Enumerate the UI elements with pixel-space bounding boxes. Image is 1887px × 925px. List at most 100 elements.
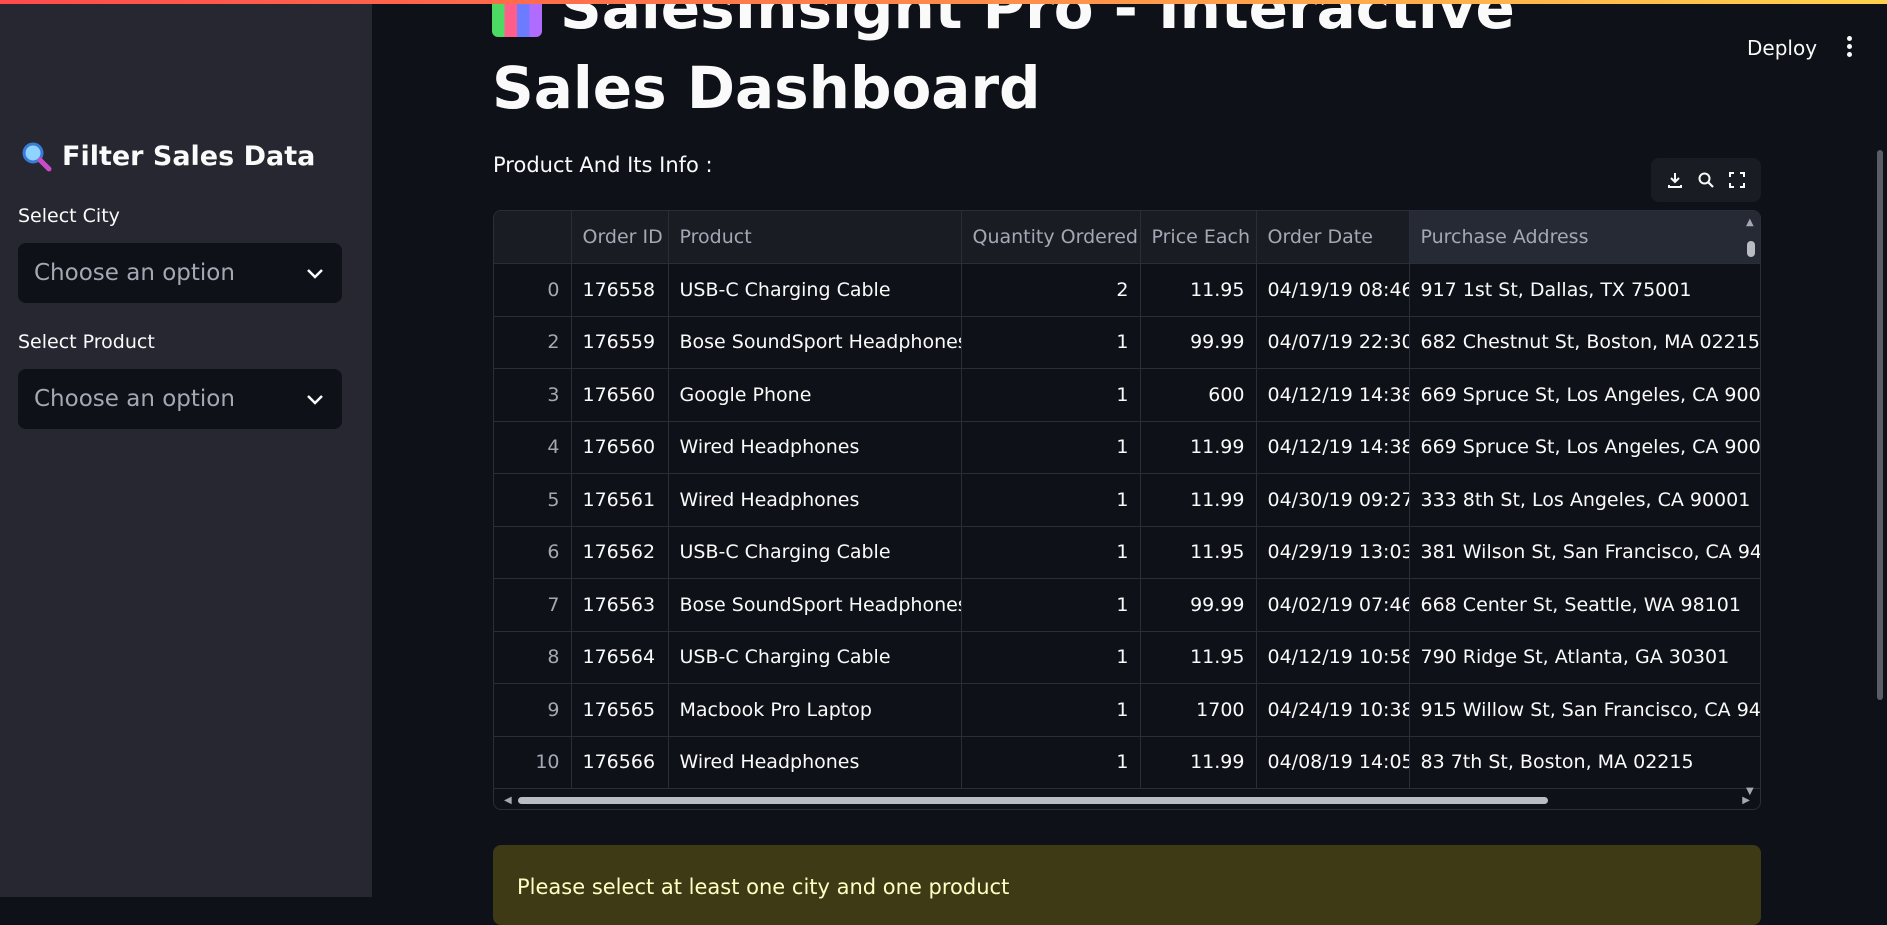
order-date-cell[interactable]: 04/29/19 13:03 [1256, 526, 1410, 579]
product-cell[interactable]: Macbook Pro Laptop [668, 683, 962, 737]
scroll-up-arrow-icon[interactable]: ▲ [1746, 217, 1754, 228]
price-cell[interactable]: 11.99 [1140, 473, 1257, 527]
order-id-cell[interactable]: 176566 [571, 736, 669, 789]
order-date-cell[interactable]: 04/02/19 07:46 [1256, 578, 1410, 632]
product-cell[interactable]: USB-C Charging Cable [668, 631, 962, 684]
price-cell[interactable]: 99.99 [1140, 316, 1257, 369]
product-cell[interactable]: USB-C Charging Cable [668, 263, 962, 317]
product-header[interactable]: Product [668, 211, 962, 264]
vertical-scrollbar[interactable]: ▲ ▼ [1746, 217, 1756, 797]
row-index[interactable]: 4 [494, 421, 572, 474]
product-cell[interactable]: USB-C Charging Cable [668, 526, 962, 579]
select-city-dropdown[interactable]: Choose an option [18, 243, 342, 303]
order-id-cell[interactable]: 176560 [571, 368, 669, 422]
row-index[interactable]: 9 [494, 683, 572, 737]
order-id-cell[interactable]: 176559 [571, 316, 669, 369]
address-cell[interactable]: 668 Center St, Seattle, WA 98101 [1409, 578, 1760, 632]
order-date-header[interactable]: Order Date [1256, 211, 1410, 264]
price-cell[interactable]: 1700 [1140, 683, 1257, 737]
order-date-cell[interactable]: 04/19/19 08:46 [1256, 263, 1410, 317]
product-cell[interactable]: Wired Headphones [668, 473, 962, 527]
order-id-cell[interactable]: 176562 [571, 526, 669, 579]
order-date-cell[interactable]: 04/07/19 22:30 [1256, 316, 1410, 369]
address-cell[interactable]: 917 1st St, Dallas, TX 75001 [1409, 263, 1760, 317]
quantity-cell[interactable]: 1 [961, 631, 1141, 684]
price-cell[interactable]: 600 [1140, 368, 1257, 422]
order-date-cell[interactable]: 04/12/19 14:38 [1256, 421, 1410, 474]
row-index[interactable]: 3 [494, 368, 572, 422]
address-cell[interactable]: 381 Wilson St, San Francisco, CA 94016 [1409, 526, 1760, 579]
order-id-cell[interactable]: 176564 [571, 631, 669, 684]
purchase-address-header[interactable]: Purchase Address [1409, 211, 1760, 264]
order-id-cell[interactable]: 176560 [571, 421, 669, 474]
table-row: 4 176560 Wired Headphones 1 11.99 04/12/19 14… [494, 421, 1760, 474]
address-cell[interactable]: 669 Spruce St, Los Angeles, CA 90001 [1409, 368, 1760, 422]
download-icon[interactable] [1666, 171, 1684, 189]
order-date-cell[interactable]: 04/24/19 10:38 [1256, 683, 1410, 737]
quantity-cell[interactable]: 1 [961, 578, 1141, 632]
address-cell[interactable]: 682 Chestnut St, Boston, MA 02215 [1409, 316, 1760, 369]
table-row: 7 176563 Bose SoundSport Headphones 1 99.99 0… [494, 578, 1760, 632]
quantity-cell[interactable]: 1 [961, 683, 1141, 737]
product-cell[interactable]: Bose SoundSport Headphones [668, 578, 962, 632]
dataframe-toolbar [1651, 158, 1761, 202]
address-cell[interactable]: 669 Spruce St, Los Angeles, CA 90001 [1409, 421, 1760, 474]
scroll-left-arrow-icon[interactable]: ◀ [504, 795, 512, 806]
quantity-ordered-header[interactable]: Quantity Ordered [961, 211, 1141, 264]
product-cell[interactable]: Google Phone [668, 368, 962, 422]
price-cell[interactable]: 99.99 [1140, 578, 1257, 632]
row-index[interactable]: 2 [494, 316, 572, 369]
order-id-cell[interactable]: 176563 [571, 578, 669, 632]
dataframe-grid[interactable]: Order ID Product Quantity Ordered Price Eac… [493, 210, 1761, 810]
address-cell[interactable]: 333 8th St, Los Angeles, CA 90001 [1409, 473, 1760, 527]
search-icon[interactable] [1697, 171, 1715, 189]
page-scrollbar[interactable] [1877, 150, 1883, 700]
order-id-cell[interactable]: 176561 [571, 473, 669, 527]
price-cell[interactable]: 11.99 [1140, 736, 1257, 789]
quantity-cell[interactable]: 1 [961, 526, 1141, 579]
product-cell[interactable]: Bose SoundSport Headphones [668, 316, 962, 369]
order-date-cell[interactable]: 04/08/19 14:05 [1256, 736, 1410, 789]
row-index[interactable]: 10 [494, 736, 572, 789]
quantity-cell[interactable]: 1 [961, 473, 1141, 527]
order-date-cell[interactable]: 04/12/19 14:38 [1256, 368, 1410, 422]
quantity-cell[interactable]: 1 [961, 368, 1141, 422]
quantity-cell[interactable]: 2 [961, 263, 1141, 317]
order-id-cell[interactable]: 176558 [571, 263, 669, 317]
table-row: 0 176558 USB-C Charging Cable 2 11.95 04/19/1… [494, 263, 1760, 317]
horizontal-scrollbar[interactable]: ◀ ▶ [504, 795, 1750, 806]
price-cell[interactable]: 11.95 [1140, 526, 1257, 579]
deploy-button[interactable]: Deploy [1747, 36, 1817, 60]
quantity-cell[interactable]: 1 [961, 421, 1141, 474]
address-cell[interactable]: 915 Willow St, San Francisco, CA 94016 [1409, 683, 1760, 737]
index-column-header[interactable] [494, 211, 572, 264]
price-cell[interactable]: 11.95 [1140, 631, 1257, 684]
row-index[interactable]: 6 [494, 526, 572, 579]
fullscreen-icon[interactable] [1728, 171, 1746, 189]
order-id-cell[interactable]: 176565 [571, 683, 669, 737]
horizontal-scroll-thumb[interactable] [518, 797, 1548, 804]
price-cell[interactable]: 11.95 [1140, 263, 1257, 317]
select-product-label: Select Product [18, 331, 155, 353]
row-index[interactable]: 8 [494, 631, 572, 684]
order-id-header[interactable]: Order ID [571, 211, 669, 264]
row-index[interactable]: 7 [494, 578, 572, 632]
quantity-cell[interactable]: 1 [961, 736, 1141, 789]
order-date-cell[interactable]: 04/30/19 09:27 [1256, 473, 1410, 527]
sidebar-title: Filter Sales Data [20, 140, 315, 172]
price-each-header[interactable]: Price Each [1140, 211, 1257, 264]
scroll-right-arrow-icon[interactable]: ▶ [1742, 795, 1750, 806]
product-cell[interactable]: Wired Headphones [668, 736, 962, 789]
address-cell[interactable]: 790 Ridge St, Atlanta, GA 30301 [1409, 631, 1760, 684]
price-cell[interactable]: 11.99 [1140, 421, 1257, 474]
main-menu-icon[interactable] [1842, 36, 1856, 60]
address-cell[interactable]: 83 7th St, Boston, MA 02215 [1409, 736, 1760, 789]
quantity-cell[interactable]: 1 [961, 316, 1141, 369]
vertical-scroll-thumb[interactable] [1747, 241, 1755, 257]
order-date-cell[interactable]: 04/12/19 10:58 [1256, 631, 1410, 684]
row-index[interactable]: 0 [494, 263, 572, 317]
select-product-dropdown[interactable]: Choose an option [18, 369, 342, 429]
section-caption: Product And Its Info : [493, 153, 713, 177]
row-index[interactable]: 5 [494, 473, 572, 527]
product-cell[interactable]: Wired Headphones [668, 421, 962, 474]
